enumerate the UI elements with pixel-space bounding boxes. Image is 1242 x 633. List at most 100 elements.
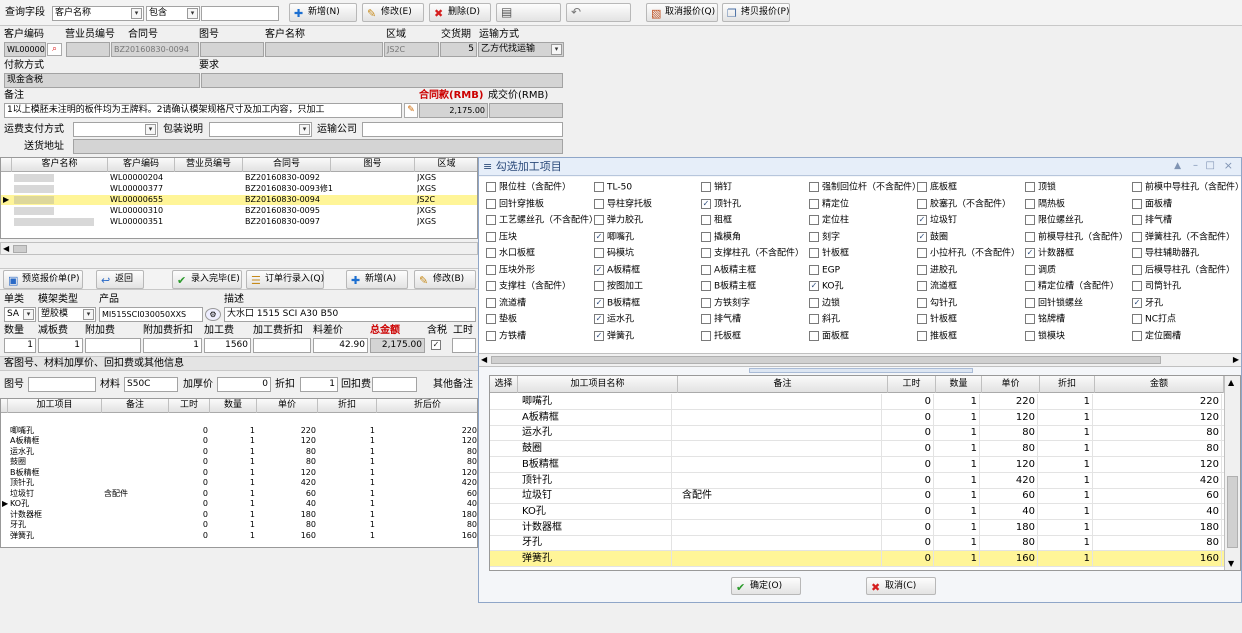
checkbox-icon[interactable]: [594, 248, 604, 258]
process-option-checkbox[interactable]: ✓ 运水孔: [594, 314, 634, 326]
process-option-checkbox[interactable]: 回针锁螺丝: [1025, 297, 1083, 310]
extra-discount-field[interactable]: 1: [143, 338, 202, 353]
checkbox-icon[interactable]: ✓: [917, 215, 927, 225]
close-icon[interactable]: ×: [1224, 159, 1233, 172]
process-option-checkbox[interactable]: 租框: [701, 215, 732, 227]
contract-no-field[interactable]: BZ20160830-0094: [111, 42, 199, 57]
checkbox-icon[interactable]: [701, 182, 711, 192]
checkbox-icon[interactable]: [701, 314, 711, 324]
process-option-checkbox[interactable]: 排气槽: [1132, 215, 1172, 227]
checkbox-icon[interactable]: ✓: [594, 314, 604, 324]
process-option-checkbox[interactable]: 支撑柱孔（不含配件）: [701, 248, 804, 260]
splitter[interactable]: [749, 368, 973, 373]
product-lookup-icon[interactable]: ⚙: [205, 308, 221, 321]
scroll-thumb[interactable]: [1227, 476, 1238, 548]
table-row[interactable]: ✓A板精框011201120: [490, 409, 1240, 426]
unit-select[interactable]: SA ▾: [4, 307, 36, 322]
process-option-checkbox[interactable]: 刻字: [809, 231, 840, 244]
checkbox-icon[interactable]: [1132, 231, 1142, 242]
process-option-checkbox[interactable]: 导柱穿托板: [594, 198, 652, 211]
process-option-checkbox[interactable]: 胶塞孔（不含配件）: [917, 198, 1011, 211]
process-option-checkbox[interactable]: ✓ 唧嘴孔: [594, 231, 634, 244]
checkbox-icon[interactable]: [1132, 264, 1142, 275]
checkbox-icon[interactable]: [594, 198, 604, 209]
customer-name-field[interactable]: [265, 42, 383, 57]
process-option-checkbox[interactable]: 方铁槽: [486, 330, 526, 343]
delete-button[interactable]: ✖ 删除(D): [429, 3, 491, 22]
checkbox-icon[interactable]: [809, 297, 819, 308]
table-row[interactable]: B板精框 0 1 120 1 120: [1, 468, 477, 478]
checkbox-icon[interactable]: [486, 264, 496, 275]
checkbox-icon[interactable]: [486, 198, 496, 209]
checkbox-icon[interactable]: ✓: [594, 264, 604, 275]
table-row[interactable]: 运水孔 0 1 80 1 80: [1, 447, 477, 457]
process-option-checkbox[interactable]: 面板槽: [1132, 198, 1172, 211]
process-option-checkbox[interactable]: ✓ 弹簧孔: [594, 330, 634, 343]
edit-button[interactable]: ✎ 修改(E): [362, 3, 424, 22]
process-option-checkbox[interactable]: 码模坑: [594, 248, 634, 260]
process-option-checkbox[interactable]: 销钉: [701, 182, 732, 194]
customer-grid-hscroll[interactable]: ◀: [0, 242, 478, 255]
checkbox-icon[interactable]: [1025, 231, 1035, 242]
table-row[interactable]: ✓唧嘴孔012201220: [490, 394, 1240, 410]
checkbox-icon[interactable]: [701, 248, 711, 258]
scroll-right-icon[interactable]: ▶: [1233, 355, 1239, 364]
checkbox-icon[interactable]: [809, 182, 819, 192]
checkbox-icon[interactable]: [809, 264, 819, 275]
process-option-checkbox[interactable]: EGP: [809, 264, 840, 277]
checkbox-icon[interactable]: [486, 215, 496, 225]
checkbox-icon[interactable]: [809, 231, 819, 242]
process-option-checkbox[interactable]: 推板框: [917, 330, 957, 343]
checkbox-icon[interactable]: [594, 182, 604, 192]
process-option-checkbox[interactable]: 排气槽: [701, 314, 741, 326]
process-option-checkbox[interactable]: 定位柱: [809, 215, 849, 227]
checkbox-icon[interactable]: [917, 264, 927, 275]
discount-field[interactable]: 1: [300, 377, 338, 392]
sales-code-field[interactable]: [66, 42, 110, 57]
checkbox-icon[interactable]: [917, 182, 927, 192]
process-option-checkbox[interactable]: 针板框: [917, 314, 957, 326]
minimize-icon[interactable]: –: [1193, 160, 1198, 171]
checkbox-icon[interactable]: ✓: [1025, 248, 1035, 258]
process-option-checkbox[interactable]: 压块外形: [486, 264, 535, 277]
process-discount-field[interactable]: [253, 338, 311, 353]
checkbox-icon[interactable]: [486, 330, 496, 341]
checkbox-icon[interactable]: ✓: [917, 231, 927, 242]
table-row[interactable]: WL00000377 BZ20160830-0093修1 JXGS: [1, 184, 477, 194]
process-option-checkbox[interactable]: 前模中导柱孔（含配件）: [1132, 182, 1242, 194]
undo-button[interactable]: ↶: [566, 3, 631, 22]
checkbox-icon[interactable]: [1025, 264, 1035, 275]
query-field-select[interactable]: 客户名称 ▾: [52, 6, 144, 21]
table-row[interactable]: 牙孔 0 1 80 1 80: [1, 520, 477, 530]
process-option-checkbox[interactable]: 流道框: [917, 281, 957, 293]
checkbox-icon[interactable]: [1025, 198, 1035, 209]
edit-remark-icon[interactable]: ✎: [404, 103, 418, 118]
process-option-checkbox[interactable]: 回针穿推板: [486, 198, 544, 211]
table-row[interactable]: ✓弹簧孔011601160: [490, 551, 1240, 567]
process-option-checkbox[interactable]: 弹簧柱孔（不含配件）: [1132, 231, 1235, 244]
payment-field[interactable]: 现金含税: [4, 73, 200, 88]
process-option-checkbox[interactable]: TL-50: [594, 182, 632, 194]
checkbox-icon[interactable]: [1132, 248, 1142, 258]
add-button[interactable]: ✚ 新增(N): [289, 3, 357, 22]
order-entry-button[interactable]: ☰ 订单行录入(Q): [246, 270, 324, 289]
checkbox-icon[interactable]: [1132, 314, 1142, 324]
process-option-checkbox[interactable]: ✓ 计数器框: [1025, 248, 1074, 260]
checkbox-icon[interactable]: [701, 281, 711, 291]
thicken-field[interactable]: 0: [217, 377, 271, 392]
detail-edit-button[interactable]: ✎ 修改(B): [414, 270, 476, 289]
checkbox-icon[interactable]: ✓: [594, 330, 604, 341]
process-option-checkbox[interactable]: 斜孔: [809, 314, 840, 326]
requirement-field[interactable]: [201, 73, 563, 88]
process-option-checkbox[interactable]: ✓ 垃圾钉: [917, 215, 957, 227]
freight-pay-select[interactable]: ▾: [73, 122, 158, 137]
base-fee-field[interactable]: 1: [38, 338, 83, 353]
detail-add-button[interactable]: ✚ 新增(A): [346, 270, 408, 289]
checkbox-icon[interactable]: [809, 330, 819, 341]
address-field[interactable]: [73, 139, 563, 154]
cancel-button[interactable]: ✖ 取消(C): [866, 577, 936, 595]
process-option-checkbox[interactable]: ✓ 牙孔: [1132, 297, 1163, 310]
collapse-icon[interactable]: ▲: [1174, 161, 1181, 171]
checkbox-icon[interactable]: [917, 248, 927, 258]
lookup-icon[interactable]: ⌕: [47, 43, 62, 56]
